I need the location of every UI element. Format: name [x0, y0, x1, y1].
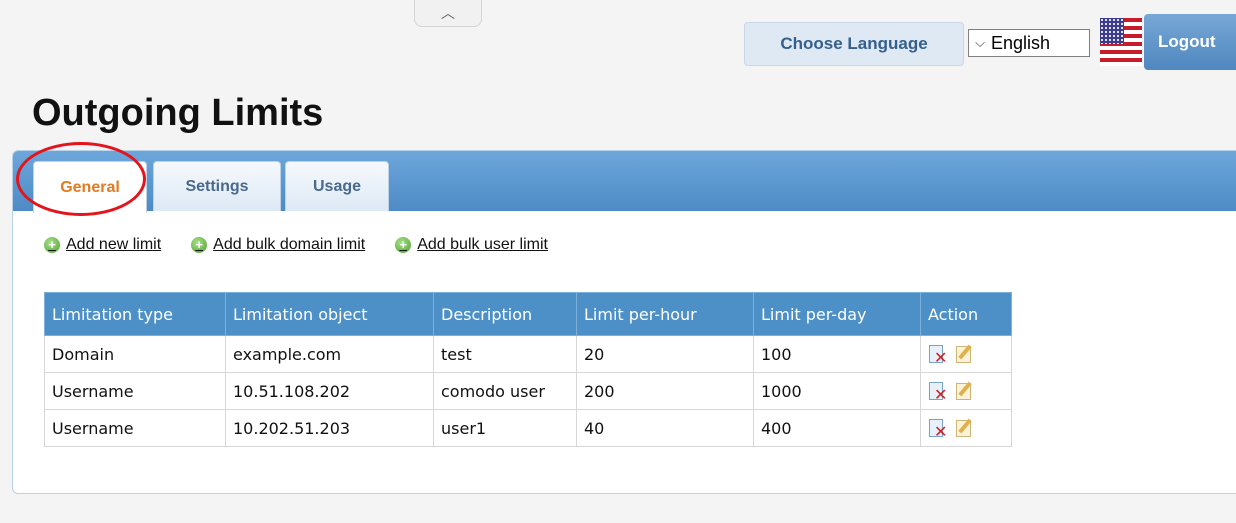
table-row: Username 10.202.51.203 user1 40 400 ✕ [44, 409, 1012, 447]
column-header[interactable]: Limitation object [225, 292, 434, 336]
delete-icon[interactable]: ✕ [926, 380, 948, 403]
cell-limitation-object: example.com [225, 335, 434, 373]
highlight-circle [16, 142, 146, 216]
add-bulk-domain-limit-link[interactable]: + Add bulk domain limit [191, 236, 365, 254]
add-new-limit-link[interactable]: + Add new limit [44, 236, 161, 254]
choose-language-button[interactable]: Choose Language [744, 22, 964, 66]
limits-table: Limitation type Limitation object Descri… [44, 292, 1012, 447]
tab-bar: General Settings Usage [13, 151, 1236, 213]
chevron-down-icon: ⌵ [975, 35, 985, 50]
tab-settings[interactable]: Settings [153, 161, 281, 211]
cell-action: ✕ [920, 372, 1012, 410]
cell-limit-per-day: 100 [753, 335, 921, 373]
language-selected-value: English [991, 32, 1051, 53]
cell-limitation-object: 10.51.108.202 [225, 372, 434, 410]
column-header[interactable]: Limitation type [44, 292, 226, 336]
add-bulk-user-limit-label: Add bulk user limit [417, 236, 548, 253]
cell-limit-per-hour: 20 [576, 335, 754, 373]
cell-limit-per-hour: 40 [576, 409, 754, 447]
tab-usage[interactable]: Usage [285, 161, 389, 211]
table-row: Username 10.51.108.202 comodo user 200 1… [44, 372, 1012, 410]
add-bulk-user-limit-link[interactable]: + Add bulk user limit [395, 236, 548, 254]
delete-icon[interactable]: ✕ [926, 343, 948, 366]
cell-limitation-object: 10.202.51.203 [225, 409, 434, 447]
column-header[interactable]: Limit per-day [753, 292, 921, 336]
language-select[interactable]: ⌵ English [968, 29, 1090, 57]
us-flag-icon [1100, 18, 1142, 66]
table-header-row: Limitation type Limitation object Descri… [44, 292, 1012, 336]
add-icon: + [44, 237, 60, 253]
page-title: Outgoing Limits [32, 92, 324, 134]
cell-limit-per-day: 1000 [753, 372, 921, 410]
delete-icon[interactable]: ✕ [926, 417, 948, 440]
add-icon: + [191, 237, 208, 253]
cell-limit-per-hour: 200 [576, 372, 754, 410]
cell-description: comodo user [433, 372, 577, 410]
cell-action: ✕ [920, 335, 1012, 373]
edit-icon[interactable] [954, 417, 976, 439]
add-new-limit-label: Add new limit [66, 236, 162, 253]
cell-limitation-type: Domain [44, 335, 226, 373]
column-header: Action [920, 292, 1012, 336]
edit-icon[interactable] [954, 343, 976, 365]
cell-description: test [433, 335, 577, 373]
cell-limitation-type: Username [44, 372, 226, 410]
logout-button[interactable]: Logout [1144, 14, 1236, 70]
column-header[interactable]: Description [433, 292, 577, 336]
cell-description: user1 [433, 409, 577, 447]
cell-limitation-type: Username [44, 409, 226, 447]
add-icon: + [395, 237, 412, 253]
column-header[interactable]: Limit per-hour [576, 292, 754, 336]
cell-action: ✕ [920, 409, 1012, 447]
action-links: + Add new limit + Add bulk domain limit … [44, 236, 548, 254]
edit-icon[interactable] [954, 380, 976, 402]
add-bulk-domain-limit-label: Add bulk domain limit [213, 236, 366, 253]
collapse-header-toggle[interactable]: ︿ [414, 0, 482, 27]
cell-limit-per-day: 400 [753, 409, 921, 447]
table-row: Domain example.com test 20 100 ✕ [44, 335, 1012, 373]
chevron-up-icon: ︿ [441, 5, 455, 21]
